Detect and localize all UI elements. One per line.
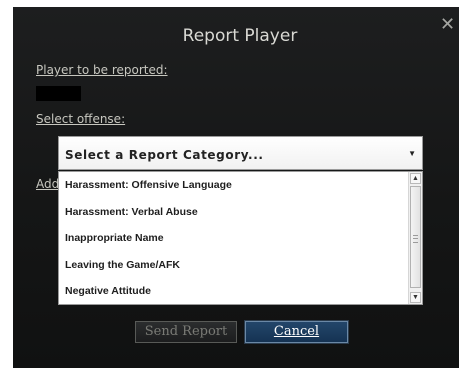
additional-comments-label: Add bbox=[36, 177, 58, 191]
reported-player-name-redacted bbox=[36, 86, 81, 101]
cancel-button[interactable]: Cancel bbox=[245, 321, 348, 343]
player-to-report-label: Player to be reported: bbox=[36, 63, 168, 77]
send-report-button[interactable]: Send Report bbox=[135, 321, 237, 343]
option-harassment-verbal-abuse[interactable]: Harassment: Verbal Abuse bbox=[65, 206, 198, 218]
select-offense-label: Select offense: bbox=[36, 112, 126, 126]
report-category-list: Harassment: Offensive Language Harassmen… bbox=[58, 171, 423, 305]
selected-category-text: Select a Report Category... bbox=[65, 148, 264, 162]
dialog-title: Report Player bbox=[182, 26, 298, 46]
grip-icon bbox=[413, 235, 418, 243]
scroll-up-icon[interactable]: ▲ bbox=[410, 173, 421, 184]
option-leaving-game-afk[interactable]: Leaving the Game/AFK bbox=[65, 259, 180, 271]
scroll-down-icon[interactable]: ▼ bbox=[410, 292, 421, 303]
list-scrollbar[interactable]: ▲ ▼ bbox=[408, 172, 422, 304]
option-inappropriate-name[interactable]: Inappropriate Name bbox=[65, 232, 164, 244]
option-harassment-offensive-language[interactable]: Harassment: Offensive Language bbox=[65, 179, 232, 191]
option-negative-attitude[interactable]: Negative Attitude bbox=[65, 285, 151, 297]
report-category-dropdown[interactable]: Select a Report Category... ▼ bbox=[58, 136, 423, 170]
scroll-thumb[interactable] bbox=[410, 186, 421, 288]
chevron-down-icon[interactable]: ▼ bbox=[408, 149, 416, 158]
